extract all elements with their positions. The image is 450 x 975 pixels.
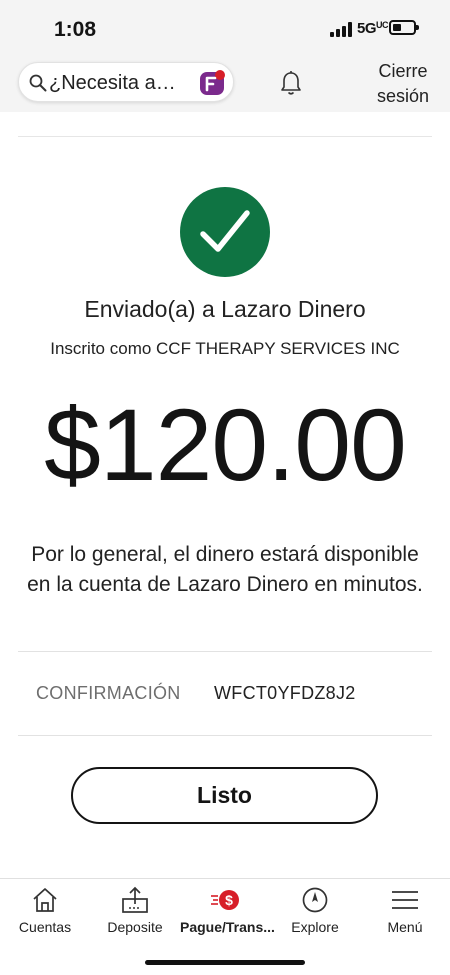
amount-display: $120.00	[44, 388, 407, 502]
search-input[interactable]: ¿Necesita a…	[18, 62, 234, 102]
divider	[18, 651, 432, 652]
search-icon	[29, 74, 47, 92]
enrolled-as-text: Inscrito como CCF THERAPY SERVICES INC	[50, 339, 400, 358]
tab-accounts[interactable]: Cuentas	[0, 879, 90, 949]
tab-deposit[interactable]: Deposite	[90, 879, 180, 949]
tab-explore[interactable]: Explore	[270, 879, 360, 949]
tab-label: Explore	[291, 919, 339, 935]
status-bar: 1:08 5GUC	[0, 0, 450, 58]
deposit-icon	[122, 886, 148, 913]
tab-label: Pague/Trans...	[180, 919, 275, 935]
menu-icon	[392, 891, 418, 909]
recipient-heading: Enviado(a) a Lazaro Dinero	[84, 296, 366, 322]
battery-icon	[389, 20, 419, 35]
compass-icon	[302, 887, 328, 913]
signout-link[interactable]: Cierre sesión	[370, 59, 436, 109]
home-icon	[33, 888, 57, 912]
app-header: ¿Necesita a… Cierre sesión	[0, 58, 450, 112]
done-button[interactable]: Listo	[71, 767, 378, 824]
tab-label: Deposite	[107, 919, 163, 935]
availability-note: Por lo general, el dinero estará disponi…	[27, 543, 423, 596]
network-type: 5GUC	[357, 20, 389, 37]
pay-transfer-icon: $	[211, 890, 239, 910]
tab-label: Menú	[387, 919, 423, 935]
svg-text:$: $	[225, 892, 233, 908]
home-indicator	[145, 960, 305, 965]
bell-icon[interactable]	[279, 70, 303, 96]
signal-icon	[330, 22, 354, 37]
tab-label: Cuentas	[18, 919, 72, 935]
tab-menu[interactable]: Menú	[360, 879, 450, 949]
status-time: 1:08	[54, 18, 97, 41]
search-placeholder: ¿Necesita a…	[49, 72, 176, 94]
assistant-icon[interactable]	[199, 69, 227, 97]
success-check-icon	[180, 187, 270, 277]
divider	[18, 735, 432, 736]
confirmation-code: WFCT0YFDZ8J2	[214, 683, 356, 703]
confirmation-label: CONFIRMACIÓN	[36, 683, 181, 703]
divider	[18, 136, 432, 137]
tab-pay-transfer[interactable]: $ Pague/Trans...	[180, 879, 275, 949]
